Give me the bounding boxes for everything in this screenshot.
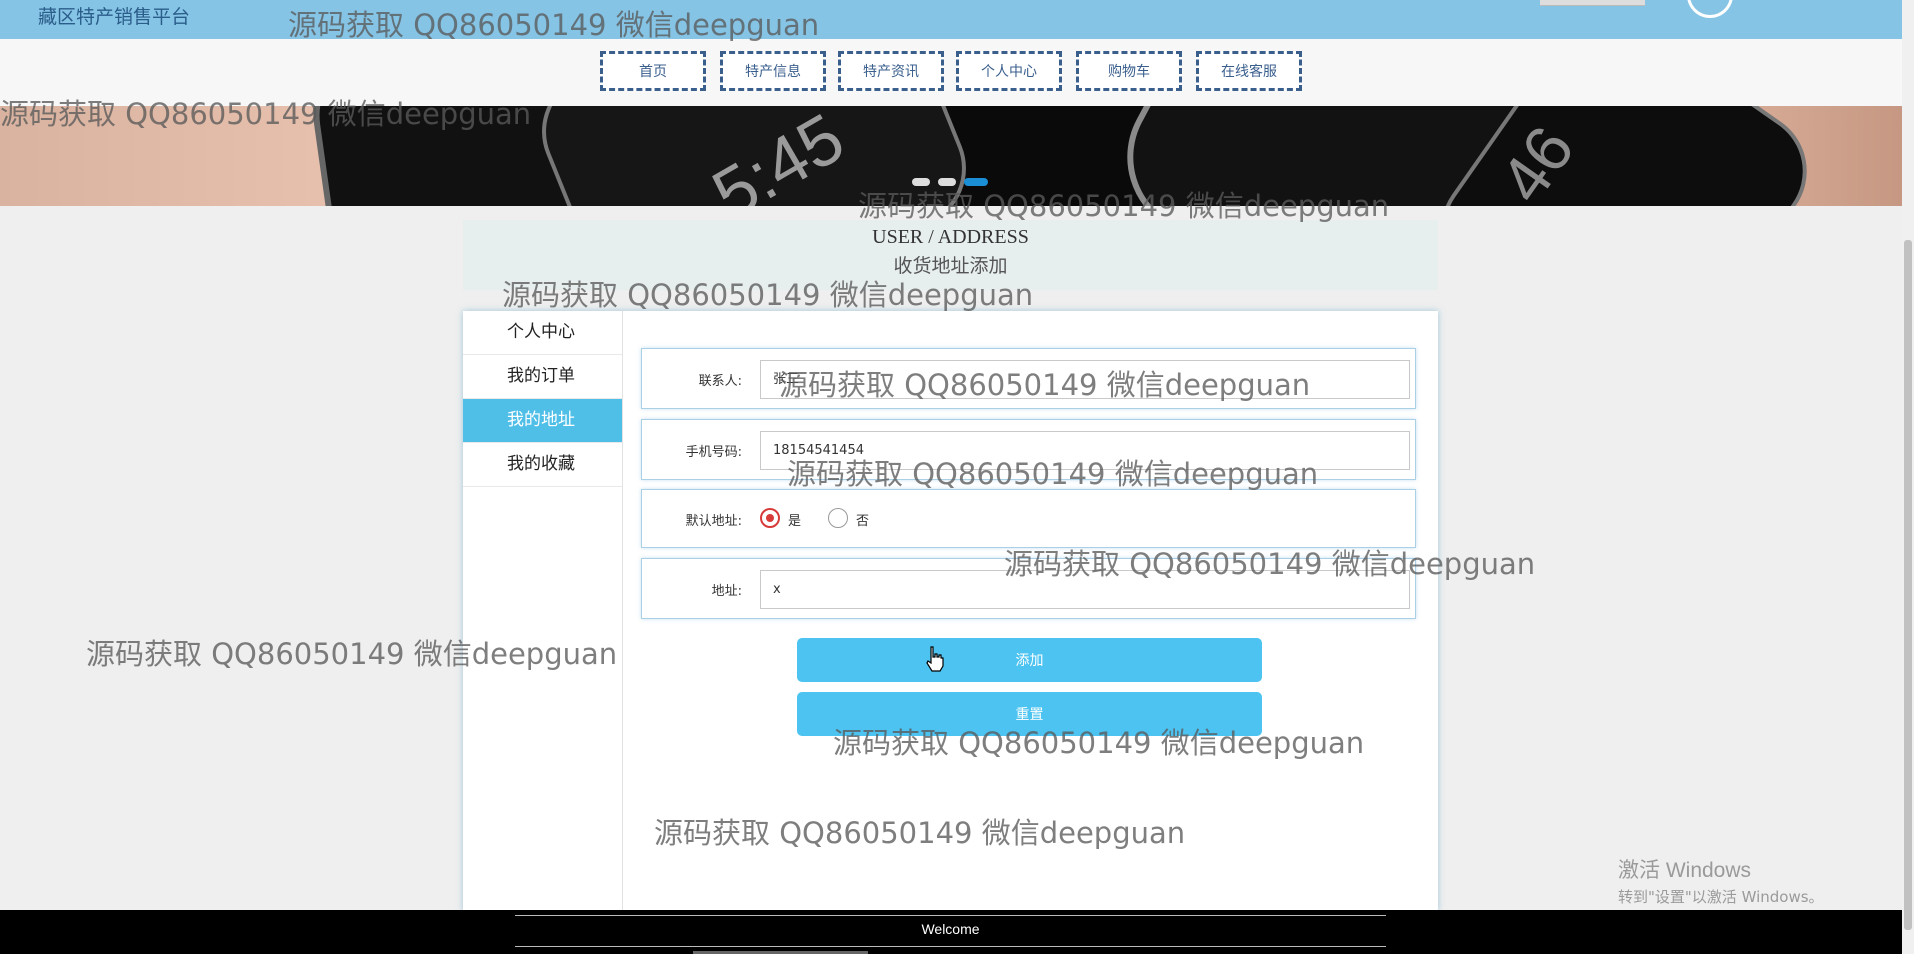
user-sidebar: 个人中心 我的订单 我的地址 我的收藏 xyxy=(463,311,623,911)
sidebar-item-address[interactable]: 我的地址 xyxy=(463,399,622,443)
nav-personal-center[interactable]: 个人中心 xyxy=(956,51,1062,91)
phone-input[interactable]: 18154541454 xyxy=(760,431,1410,470)
contact-row: 联系人: 张三 xyxy=(641,348,1416,409)
contact-input[interactable]: 张三 xyxy=(760,360,1410,399)
add-button[interactable]: 添加 xyxy=(797,638,1262,682)
address-label: 地址: xyxy=(711,584,742,599)
nav-products[interactable]: 特产信息 xyxy=(720,51,826,91)
nav-news[interactable]: 特产资讯 xyxy=(838,51,944,91)
windows-activation-notice: 激活 Windows 转到"设置"以激活 Windows。 xyxy=(1618,854,1824,907)
address-row: 地址: x xyxy=(641,558,1416,619)
carousel-dot-1[interactable] xyxy=(912,178,930,186)
default-address-row: 默认地址: 是 否 xyxy=(641,489,1416,548)
footer-welcome: Welcome xyxy=(921,921,980,937)
default-address-label: 默认地址: xyxy=(685,514,742,529)
sidebar-item-personal-center[interactable]: 个人中心 xyxy=(463,311,622,355)
sidebar-item-favorites[interactable]: 我的收藏 xyxy=(463,443,622,487)
hand-pointer-cursor-icon xyxy=(925,646,945,676)
activation-subtitle: 转到"设置"以激活 Windows。 xyxy=(1618,888,1824,906)
nav-cart[interactable]: 购物车 xyxy=(1076,51,1182,91)
scrollbar-thumb[interactable] xyxy=(1904,240,1912,930)
activation-title: 激活 Windows xyxy=(1618,859,1752,882)
banner-carousel[interactable]: 5:45 46 xyxy=(0,106,1902,206)
nav-online-service[interactable]: 在线客服 xyxy=(1196,51,1302,91)
section-header: USER / ADDRESS 收货地址添加 xyxy=(463,220,1438,290)
top-widget xyxy=(1540,0,1645,6)
contact-label: 联系人: xyxy=(698,374,742,389)
address-input[interactable]: x xyxy=(760,570,1410,609)
avatar[interactable] xyxy=(1687,0,1733,18)
sidebar-item-orders[interactable]: 我的订单 xyxy=(463,355,622,399)
default-yes-label[interactable]: 是 xyxy=(788,510,801,529)
default-yes-radio[interactable] xyxy=(760,508,780,528)
section-title-en: USER / ADDRESS xyxy=(872,226,1029,248)
top-bar: 藏区特产销售平台 xyxy=(0,0,1902,39)
site-title[interactable]: 藏区特产销售平台 xyxy=(38,2,190,29)
default-no-radio[interactable] xyxy=(828,508,848,528)
nav-home[interactable]: 首页 xyxy=(600,51,706,91)
footer-divider xyxy=(515,946,1386,947)
reset-button[interactable]: 重置 xyxy=(797,692,1262,736)
carousel-dot-3[interactable] xyxy=(964,178,988,186)
nav-bar xyxy=(0,39,1902,106)
default-no-label[interactable]: 否 xyxy=(856,510,869,529)
footer-divider xyxy=(515,915,1386,916)
carousel-dot-2[interactable] xyxy=(938,178,956,186)
phone-label: 手机号码: xyxy=(685,445,742,460)
section-title-cn: 收货地址添加 xyxy=(893,256,1008,277)
address-panel: 个人中心 我的订单 我的地址 我的收藏 联系人: 张三 手机号码: 181545… xyxy=(463,311,1438,911)
phone-row: 手机号码: 18154541454 xyxy=(641,419,1416,480)
